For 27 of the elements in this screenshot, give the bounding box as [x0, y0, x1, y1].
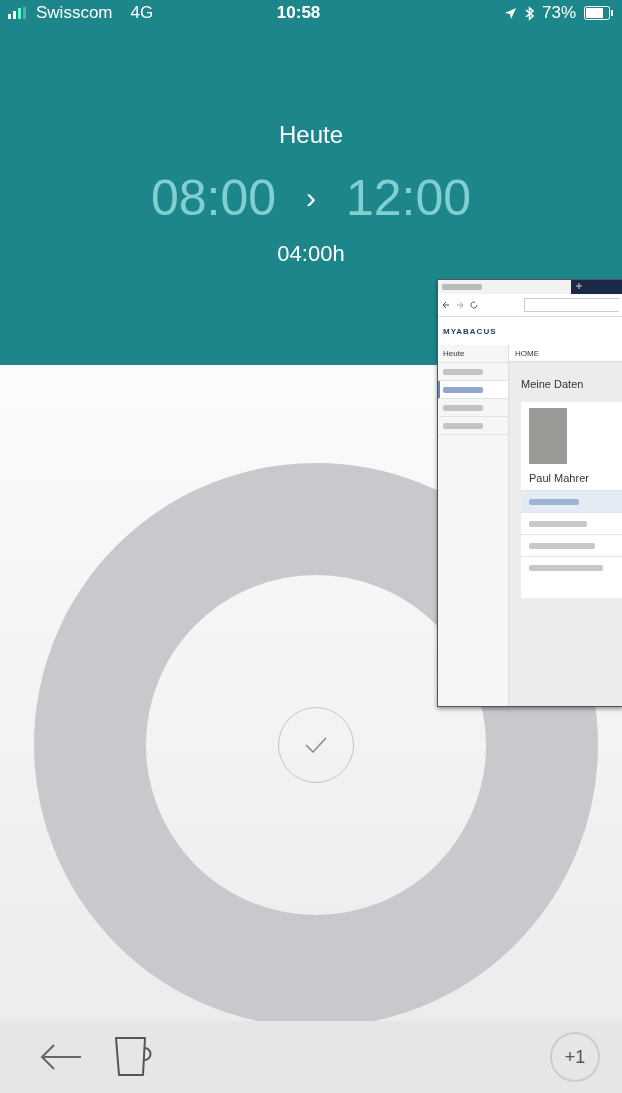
breadcrumb-link[interactable]: HOME	[515, 348, 539, 358]
signal-icon	[8, 7, 28, 19]
location-icon	[503, 6, 517, 20]
profile-menu-row[interactable]	[521, 490, 622, 512]
person-name: Paul Mahrer	[529, 472, 590, 484]
carrier-name: Swisscom	[36, 3, 113, 23]
page-heading: Meine Daten	[521, 378, 585, 390]
time-dial-ring[interactable]	[34, 463, 598, 1021]
day-label: Heute	[278, 121, 343, 149]
check-icon	[305, 737, 327, 753]
sidebar-item[interactable]	[438, 381, 508, 399]
duration-label: 04:00h	[277, 241, 345, 267]
back-icon[interactable]	[442, 301, 450, 309]
back-arrow-icon[interactable]	[40, 1043, 82, 1071]
address-field[interactable]	[524, 298, 619, 312]
sidebar-item[interactable]: Heute	[438, 345, 508, 363]
network-type: 4G	[130, 3, 154, 23]
arrow-separator: ›	[306, 181, 316, 215]
add-one-button[interactable]: +1	[550, 1032, 600, 1082]
reload-icon[interactable]	[470, 301, 478, 309]
forward-icon[interactable]	[456, 301, 464, 309]
battery-icon	[584, 6, 614, 20]
clock-time: 10:58	[275, 3, 322, 23]
bluetooth-icon	[524, 5, 534, 21]
app-logo: MYABACUS	[443, 326, 497, 336]
battery-percent: 73%	[541, 3, 576, 23]
photo-placeholder	[529, 408, 567, 464]
